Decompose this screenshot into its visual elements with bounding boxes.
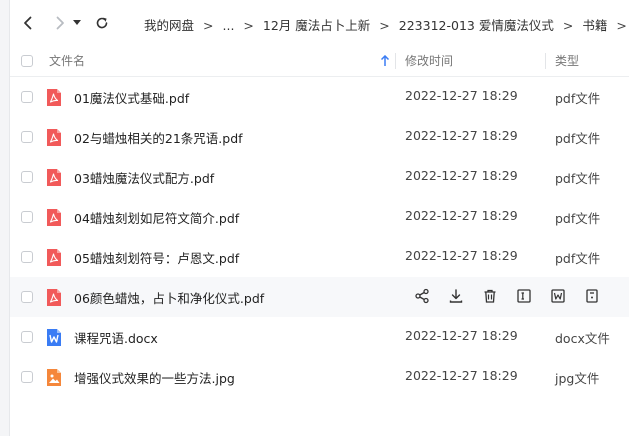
breadcrumb-separator: > (203, 18, 214, 33)
file-name[interactable]: 课程咒语.docx (74, 328, 158, 347)
file-type: pdf文件 (555, 251, 601, 266)
file-row[interactable]: 03蜡烛魔法仪式配方.pdf 2022-12-27 18:29 pdf文件 (10, 157, 629, 197)
file-row[interactable]: 06颜色蜡烛，占卜和净化仪式.pdf (10, 277, 629, 317)
share-action-icon[interactable] (414, 288, 430, 304)
image-icon (46, 368, 62, 387)
file-list-header: 文件名 修改时间 类型 (10, 46, 629, 77)
pdf-icon (46, 88, 62, 107)
back-button[interactable] (18, 13, 38, 33)
row-checkbox[interactable] (21, 131, 33, 143)
download-action-icon[interactable] (448, 288, 464, 304)
column-modified-header[interactable]: 修改时间 (405, 46, 453, 76)
left-panel-edge (0, 0, 10, 436)
more-action-icon[interactable] (584, 288, 600, 304)
nav-bar: 我的网盘 >... >12月 魔法占卜上新 >223312-013 爱情魔法仪式 > 书籍… (10, 0, 629, 46)
refresh-button[interactable] (92, 13, 112, 33)
breadcrumb-item[interactable]: 12月 魔法占卜上新 (263, 18, 370, 33)
file-type: pdf文件 (555, 91, 601, 106)
history-dropdown[interactable] (70, 13, 84, 33)
refresh-icon (96, 17, 108, 29)
row-checkbox[interactable] (21, 171, 33, 183)
breadcrumb-separator: > (562, 18, 574, 33)
file-type: pdf文件 (555, 131, 601, 146)
row-checkbox[interactable] (21, 291, 33, 303)
chevron-left-icon (24, 16, 32, 30)
file-type: docx文件 (555, 331, 610, 346)
sort-ascending-icon[interactable] (380, 55, 390, 67)
chevron-right-icon (56, 16, 64, 30)
caret-down-icon (73, 20, 81, 25)
breadcrumb-item[interactable]: ... (223, 18, 235, 33)
file-row[interactable]: 05蜡烛刻划符号：卢恩文.pdf 2022-12-27 18:29 pdf文件 (10, 237, 629, 277)
file-type: jpg文件 (555, 371, 600, 386)
breadcrumb-item[interactable]: 我的网盘 (144, 18, 194, 33)
pdf-icon (46, 208, 62, 227)
breadcrumb-separator: > (243, 18, 254, 33)
forward-button[interactable] (50, 13, 70, 33)
file-modified-date: 2022-12-27 18:29 (405, 328, 518, 343)
breadcrumb-item[interactable]: 书籍 (582, 18, 607, 33)
select-all-checkbox[interactable] (21, 55, 33, 67)
word-action-icon[interactable] (550, 288, 566, 304)
row-checkbox[interactable] (21, 91, 33, 103)
file-name[interactable]: 增强仪式效果的一些方法.jpg (74, 368, 235, 387)
column-type-header[interactable]: 类型 (555, 46, 579, 76)
file-modified-date: 2022-12-27 18:29 (405, 368, 518, 383)
pdf-icon (46, 248, 62, 267)
row-checkbox[interactable] (21, 251, 33, 263)
file-type: pdf文件 (555, 211, 601, 226)
pdf-icon (46, 288, 62, 307)
delete-action-icon[interactable] (482, 288, 498, 304)
file-name[interactable]: 02与蜡烛相关的21条咒语.pdf (74, 128, 243, 147)
row-checkbox[interactable] (21, 211, 33, 223)
file-name[interactable]: 03蜡烛魔法仪式配方.pdf (74, 168, 214, 187)
row-checkbox[interactable] (21, 371, 33, 383)
column-divider (395, 53, 396, 69)
file-row[interactable]: 增强仪式效果的一些方法.jpg 2022-12-27 18:29 jpg文件 (10, 357, 629, 397)
rename-action-icon[interactable] (516, 288, 532, 304)
file-name[interactable]: 05蜡烛刻划符号：卢恩文.pdf (74, 248, 239, 267)
file-modified-date: 2022-12-27 18:29 (405, 168, 518, 183)
file-row[interactable]: 04蜡烛刻划如尼符文简介.pdf 2022-12-27 18:29 pdf文件 (10, 197, 629, 237)
file-name[interactable]: 01魔法仪式基础.pdf (74, 88, 189, 107)
file-modified-date: 2022-12-27 18:29 (405, 208, 518, 223)
breadcrumb-item[interactable]: 223312-013 爱情魔法仪式 (399, 18, 554, 33)
file-type: pdf文件 (555, 171, 601, 186)
file-name[interactable]: 06颜色蜡烛，占卜和净化仪式.pdf (74, 288, 264, 307)
file-modified-date: 2022-12-27 18:29 (405, 128, 518, 143)
breadcrumb: 我的网盘 >... >12月 魔法占卜上新 >223312-013 爱情魔法仪式 > 书籍… (144, 15, 629, 34)
file-name[interactable]: 04蜡烛刻划如尼符文简介.pdf (74, 208, 239, 227)
file-row[interactable]: 01魔法仪式基础.pdf 2022-12-27 18:29 pdf文件 (10, 77, 629, 117)
file-row[interactable]: 课程咒语.docx 2022-12-27 18:29 docx文件 (10, 317, 629, 357)
word-icon (46, 328, 62, 347)
column-name-header[interactable]: 文件名 (49, 46, 85, 76)
row-checkbox[interactable] (21, 331, 33, 343)
file-modified-date: 2022-12-27 18:29 (405, 248, 518, 263)
breadcrumb-separator: > (379, 18, 390, 33)
breadcrumb-separator: > (616, 18, 627, 33)
file-row[interactable]: 02与蜡烛相关的21条咒语.pdf 2022-12-27 18:29 pdf文件 (10, 117, 629, 157)
pdf-icon (46, 128, 62, 147)
pdf-icon (46, 168, 62, 187)
file-modified-date: 2022-12-27 18:29 (405, 88, 518, 103)
column-divider (545, 53, 546, 69)
